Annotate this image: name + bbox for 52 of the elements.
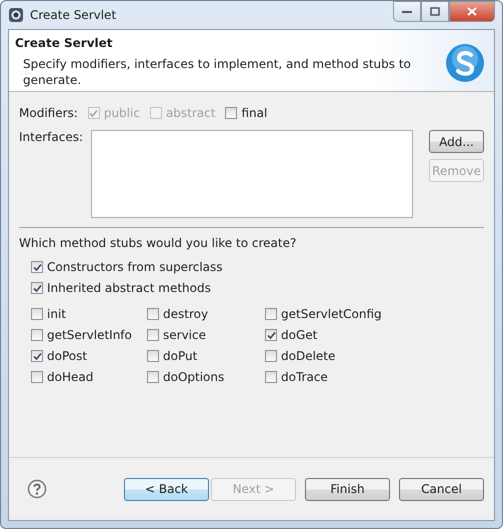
page-description: Specify modifiers, interfaces to implement, and method stubs to generate. xyxy=(22,56,412,88)
window-title: Create Servlet xyxy=(30,8,116,22)
checkbox-label: service xyxy=(163,328,206,342)
close-icon xyxy=(467,7,477,16)
checkbox[interactable] xyxy=(147,350,159,362)
checkbox-label: doPost xyxy=(47,349,88,363)
checkbox-label: doHead xyxy=(47,370,94,384)
checkbox[interactable] xyxy=(31,308,43,320)
checkbox-label: destroy xyxy=(163,307,208,321)
minimize-icon xyxy=(402,10,412,14)
finish-button[interactable]: Finish xyxy=(305,478,390,500)
servlet-logo-icon xyxy=(444,42,486,84)
checkbox[interactable] xyxy=(31,329,43,341)
checkbox[interactable] xyxy=(147,329,159,341)
checkbox-label: Inherited abstract methods xyxy=(47,281,211,295)
close-button[interactable] xyxy=(449,1,495,22)
checkbox-label: getServletInfo xyxy=(47,328,132,342)
stubs-question: Which method stubs would you like to create? xyxy=(18,235,298,250)
checkbox-label: doTrace xyxy=(281,370,328,384)
add-button[interactable]: Add... xyxy=(429,130,484,153)
app-icon xyxy=(8,7,24,23)
checkbox[interactable] xyxy=(265,329,277,341)
checkbox-label: abstract xyxy=(166,106,216,120)
checkbox[interactable] xyxy=(31,350,43,362)
checkbox[interactable] xyxy=(265,371,277,383)
checkbox-label: final xyxy=(241,106,268,120)
checkbox[interactable] xyxy=(265,308,277,320)
checkbox-label: init xyxy=(47,307,66,321)
checkbox[interactable] xyxy=(31,282,43,294)
help-icon[interactable] xyxy=(27,479,47,499)
checkbox[interactable] xyxy=(225,107,238,119)
checkbox-label: Constructors from superclass xyxy=(47,260,223,274)
checkbox-label: getServletConfig xyxy=(281,307,382,321)
checkbox-label: public xyxy=(104,106,140,120)
page-title: Create Servlet xyxy=(15,36,114,50)
interfaces-list[interactable] xyxy=(91,130,414,218)
checkbox-label: doDelete xyxy=(281,349,336,363)
checkbox[interactable] xyxy=(265,350,277,362)
back-button[interactable]: < Back xyxy=(124,478,209,500)
modifiers-label: Modifiers: xyxy=(19,106,78,120)
checkbox-label: doGet xyxy=(281,328,318,342)
checkbox[interactable] xyxy=(31,371,43,383)
checkbox[interactable] xyxy=(147,308,159,320)
checkbox-label: doPut xyxy=(163,349,198,363)
maximize-button[interactable] xyxy=(421,1,449,22)
maximize-icon xyxy=(430,7,440,16)
cancel-button[interactable]: Cancel xyxy=(399,478,484,500)
checkbox[interactable] xyxy=(147,371,159,383)
checkbox[interactable] xyxy=(31,261,43,273)
checkbox-label: doOptions xyxy=(163,370,224,384)
minimize-button[interactable] xyxy=(393,1,421,22)
interfaces-label: Interfaces: xyxy=(19,130,84,144)
